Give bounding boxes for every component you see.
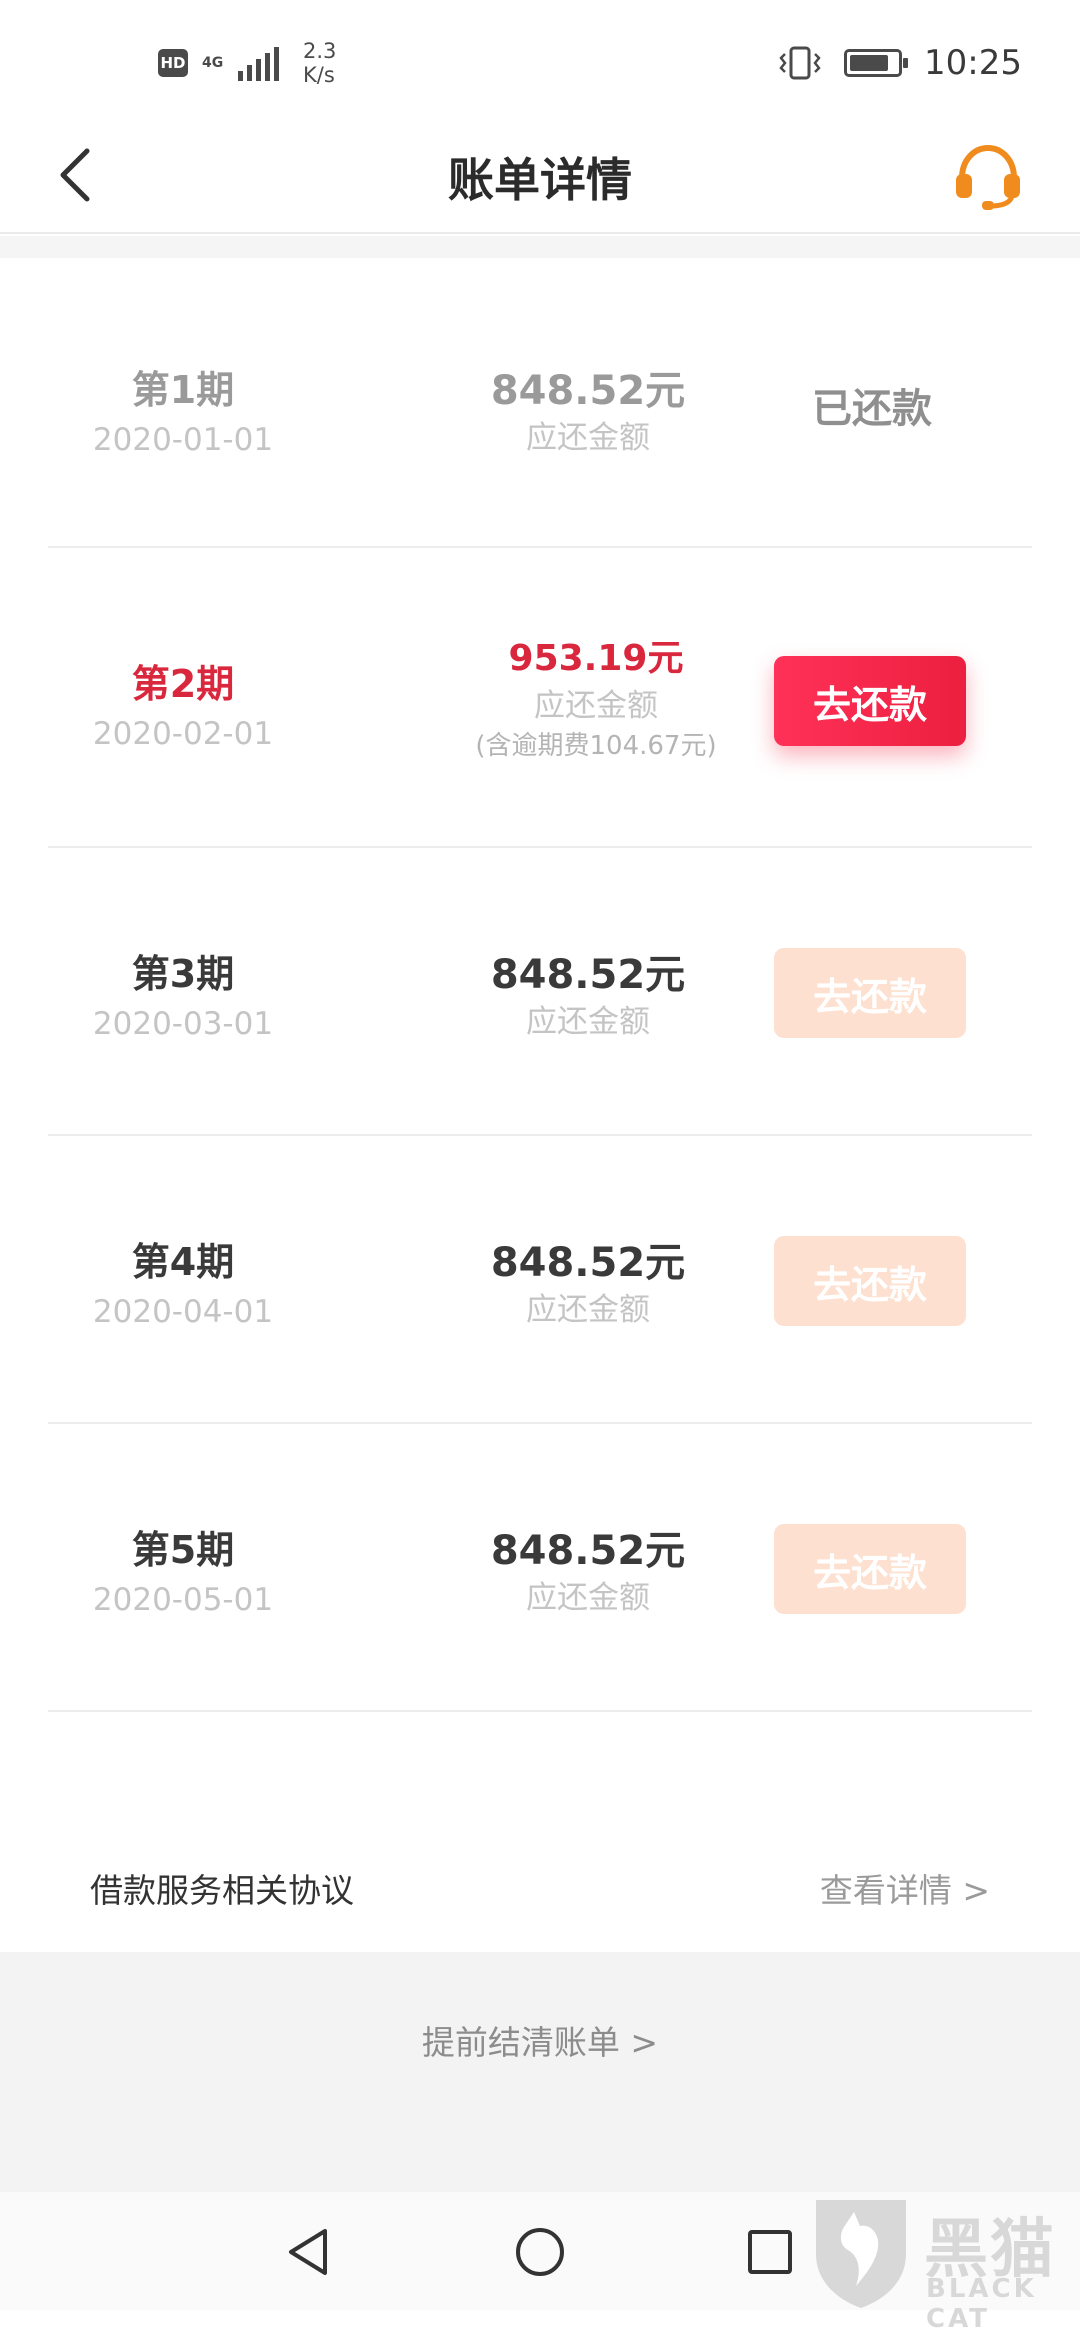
period-row: 第2期 2020-02-01 953.19元 应还金额 (含逾期费104.67元… xyxy=(48,548,1032,848)
amount-value: 953.19元 xyxy=(508,638,684,679)
paid-status: 已还款 xyxy=(812,386,932,432)
vibrate-icon xyxy=(779,46,821,80)
agreement-label: 借款服务相关协议 xyxy=(90,1871,354,1910)
nav-home-button[interactable] xyxy=(500,2212,580,2292)
hd-badge: HD xyxy=(158,49,188,77)
amount-label: 应还金额 xyxy=(534,688,658,724)
nav-recents-icon xyxy=(748,2230,792,2274)
period-info: 第5期 2020-05-01 xyxy=(48,1526,318,1620)
nav-recents-button[interactable] xyxy=(730,2212,810,2292)
period-date: 2020-01-01 xyxy=(92,422,274,458)
network-type: 4G xyxy=(202,55,224,71)
period-action: 去还款 xyxy=(774,948,970,1038)
battery-icon xyxy=(844,49,909,77)
overdue-fee-note: (含逾期费104.67元) xyxy=(475,731,717,761)
period-amount: 848.52元 应还金额 xyxy=(388,950,788,1042)
status-bar: HD 4G 2.3 K/s 10:25 xyxy=(0,0,1080,120)
period-amount: 953.19元 应还金额 (含逾期费104.67元) xyxy=(396,634,796,764)
early-settlement-link[interactable]: 提前结清账单 > xyxy=(0,2016,1080,2064)
period-row: 第5期 2020-05-01 848.52元 应还金额 去还款 xyxy=(48,1424,1032,1712)
amount-label: 应还金额 xyxy=(526,1292,650,1328)
period-name: 第4期 xyxy=(131,1240,235,1284)
period-row: 第4期 2020-04-01 848.52元 应还金额 去还款 xyxy=(48,1136,1032,1424)
clock: 10:25 xyxy=(924,43,1022,83)
period-amount: 848.52元 应还金额 xyxy=(388,1526,788,1618)
status-right: 10:25 xyxy=(778,38,1022,88)
amount-label: 应还金额 xyxy=(526,1004,650,1040)
network-speed: 2.3 K/s xyxy=(303,39,336,87)
period-action: 去还款 xyxy=(774,656,970,746)
period-row: 第1期 2020-01-01 848.52元 应还金额 已还款 xyxy=(48,258,1032,548)
nav-home-icon xyxy=(516,2228,564,2276)
period-name: 第3期 xyxy=(131,952,235,996)
period-date: 2020-02-01 xyxy=(92,716,274,752)
watermark-subtext: BLACK CAT xyxy=(926,2274,1037,2334)
period-amount: 848.52元 应还金额 xyxy=(388,1238,788,1330)
period-info: 第3期 2020-03-01 xyxy=(48,950,318,1044)
agreement-row[interactable]: 借款服务相关协议 查看详情 > xyxy=(0,1820,1080,1952)
period-date: 2020-03-01 xyxy=(92,1006,274,1042)
view-details-link[interactable]: 查看详情 > xyxy=(820,1864,990,1912)
repay-button[interactable]: 去还款 xyxy=(774,1236,966,1326)
status-left: HD 4G 2.3 K/s xyxy=(158,38,336,88)
header: 账单详情 xyxy=(0,120,1080,234)
customer-service-headset-icon xyxy=(956,144,1020,210)
black-cat-watermark: 黑猫 BLACK CAT xyxy=(806,2194,1080,2334)
network-speed-value: 2.3 xyxy=(303,39,337,63)
nav-back-button[interactable] xyxy=(268,2212,348,2292)
period-list: 第1期 2020-01-01 848.52元 应还金额 已还款 第2期 2020… xyxy=(48,258,1032,1712)
period-info: 第4期 2020-04-01 xyxy=(48,1238,318,1332)
period-info: 第1期 2020-01-01 xyxy=(48,366,318,460)
repay-button[interactable]: 去还款 xyxy=(774,1524,966,1614)
network-speed-unit: K/s xyxy=(303,63,335,87)
period-status: 已还款 xyxy=(774,364,970,454)
period-date: 2020-04-01 xyxy=(92,1294,274,1330)
nav-back-icon xyxy=(289,2229,327,2275)
period-info: 第2期 2020-02-01 xyxy=(48,660,318,754)
period-amount: 848.52元 应还金额 xyxy=(388,366,788,458)
amount-value: 848.52元 xyxy=(490,368,686,414)
period-action: 去还款 xyxy=(774,1236,970,1326)
amount-label: 应还金额 xyxy=(526,420,650,456)
period-action: 去还款 xyxy=(774,1524,970,1614)
period-name: 第1期 xyxy=(131,368,235,412)
customer-service-button[interactable] xyxy=(946,134,1030,218)
amount-label: 应还金额 xyxy=(526,1580,650,1616)
repay-button[interactable]: 去还款 xyxy=(774,948,966,1038)
amount-value: 848.52元 xyxy=(490,952,686,998)
period-date: 2020-05-01 xyxy=(92,1582,274,1618)
cat-shield-logo-icon xyxy=(816,2200,906,2308)
bottom-area: 提前结清账单 > xyxy=(0,1952,1080,2192)
period-row: 第3期 2020-03-01 848.52元 应还金额 去还款 xyxy=(48,848,1032,1136)
amount-value: 848.52元 xyxy=(490,1528,686,1574)
period-name: 第2期 xyxy=(131,662,235,706)
header-divider xyxy=(0,236,1080,258)
signal-icon xyxy=(238,45,279,81)
page-title: 账单详情 xyxy=(448,153,632,207)
period-name: 第5期 xyxy=(131,1528,235,1572)
repay-button[interactable]: 去还款 xyxy=(774,656,966,746)
amount-value: 848.52元 xyxy=(490,1240,686,1286)
